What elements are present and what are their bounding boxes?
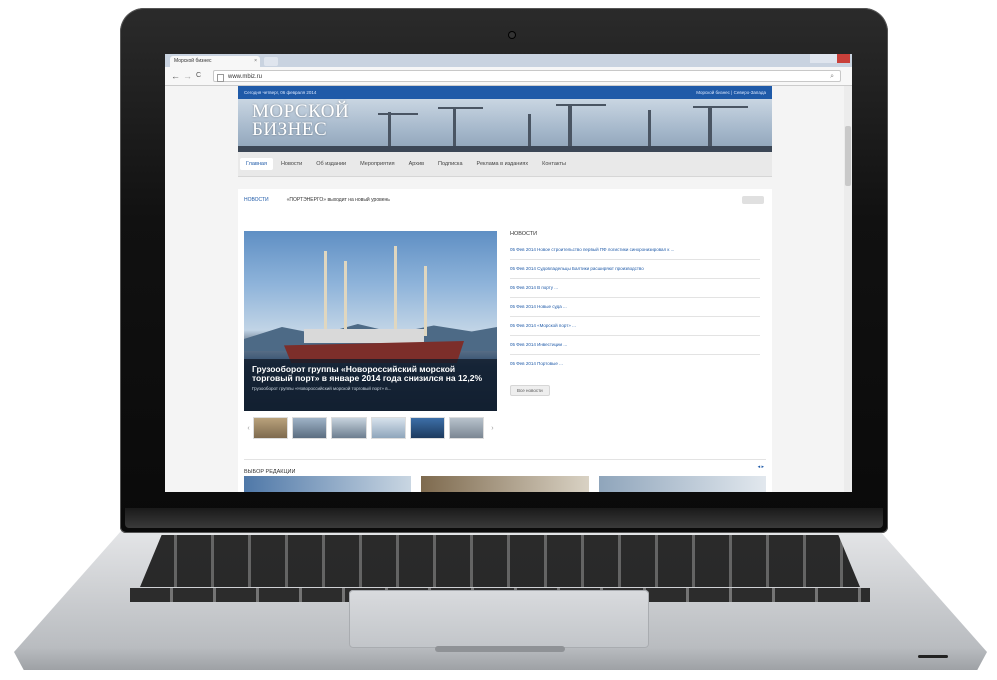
ticker-text[interactable]: «ПОРТЭНЕРГО» выходит на новый уровень [287, 197, 390, 203]
new-tab-button[interactable] [264, 57, 278, 66]
page-icon [217, 74, 224, 82]
thumbnail[interactable] [409, 417, 445, 439]
editor-choice-title: ВЫБОР РЕДАКЦИИ [244, 469, 296, 475]
maximize-button[interactable] [823, 54, 837, 63]
editor-cards [244, 476, 766, 492]
news-column: НОВОСТИ 05 Фев 2014 Новое строительство … [510, 231, 760, 397]
all-news-button[interactable]: Все новости [510, 385, 550, 396]
feature-subtitle: Грузооборот группы «Новороссийский морск… [252, 386, 392, 391]
editor-choice-bar: ВЫБОР РЕДАКЦИИ ◂ ▸ [244, 459, 766, 475]
menu-item-subscribe[interactable]: Подписка [438, 161, 463, 167]
news-item[interactable]: 05 Фев 2014 Портовые ... [510, 361, 760, 373]
laptop-hinge [125, 508, 883, 528]
close-window-button[interactable] [836, 54, 850, 63]
menu-item-ads[interactable]: Реклама в изданиях [477, 161, 529, 167]
site-banner: МОРСКОЙ БИЗНЕС [238, 99, 772, 152]
next-icon[interactable]: › [488, 425, 497, 432]
tab-title: Морской бизнес [174, 58, 212, 64]
crane-graphic [438, 107, 483, 109]
news-heading: НОВОСТИ [510, 231, 538, 237]
pier-graphic [238, 146, 772, 152]
thumbnail[interactable] [331, 417, 367, 439]
thumbnail[interactable] [292, 417, 328, 439]
top-strip-link[interactable]: Морской бизнес | Северо-Запада [696, 86, 766, 99]
tab-bar: Морской бизнес × [165, 54, 852, 67]
crane-graphic [378, 113, 418, 115]
site-logo[interactable]: МОРСКОЙ БИЗНЕС [252, 102, 349, 140]
crane-graphic [568, 104, 572, 152]
back-icon[interactable]: ← [171, 70, 180, 82]
news-item[interactable]: 05 Фев 2014 Инвестиции ... [510, 342, 760, 355]
menu-item-home[interactable]: Главная [240, 158, 273, 170]
news-item[interactable]: 05 Фев 2014 Новые суда ... [510, 304, 760, 317]
crane-graphic [556, 104, 606, 106]
feature-photo[interactable]: Грузооборот группы «Новороссийский морск… [244, 231, 497, 411]
window-controls [810, 54, 850, 63]
ticker-arrows[interactable] [742, 196, 764, 204]
ticker-label: НОВОСТИ [244, 197, 269, 203]
top-strip: Сегодня четверг, 06 февраля 2014 Морской… [238, 86, 772, 99]
minimize-button[interactable] [810, 54, 824, 63]
address-bar: ← → C www.mbiz.ru ⌕ [165, 67, 852, 86]
menu-item-events[interactable]: Мероприятия [360, 161, 394, 167]
feature-headline[interactable]: Грузооборот группы «Новороссийский морск… [252, 365, 489, 383]
scrollbar[interactable] [844, 86, 852, 492]
date-text: Сегодня четверг, 06 февраля 2014 [244, 90, 317, 95]
menu-item-contacts[interactable]: Контакты [542, 161, 566, 167]
prev-icon[interactable]: ‹ [244, 425, 253, 432]
menu-item-news[interactable]: Новости [281, 161, 302, 167]
feature-caption: Грузооборот группы «Новороссийский морск… [244, 359, 497, 411]
news-ticker: НОВОСТИ «ПОРТЭНЕРГО» выходит на новый ур… [238, 189, 772, 211]
thumbnail[interactable] [253, 417, 289, 439]
main-menu: Главная Новости Об издании Мероприятия А… [238, 152, 772, 177]
search-icon[interactable]: ⌕ [830, 71, 834, 83]
lid-notch [435, 646, 565, 652]
news-item[interactable]: 05 Фев 2014 Судовладельцы Балтики расшир… [510, 266, 760, 279]
spacer [238, 177, 772, 189]
news-item[interactable]: 05 Фев 2014 «Морской порт» ... [510, 323, 760, 336]
url-input[interactable]: www.mbiz.ru ⌕ [213, 70, 841, 82]
crane-graphic [693, 106, 748, 108]
editor-card[interactable] [598, 476, 766, 492]
crane-graphic [424, 266, 427, 336]
thumbnail[interactable] [370, 417, 406, 439]
site-container: Сегодня четверг, 06 февраля 2014 Морской… [238, 86, 772, 492]
browser-tab[interactable]: Морской бизнес × [170, 56, 260, 67]
crane-graphic [324, 251, 327, 336]
laptop-scene: Морской бизнес × ← → C www.mbiz.ru ⌕ Сег… [0, 0, 997, 680]
screen: Морской бизнес × ← → C www.mbiz.ru ⌕ Сег… [165, 54, 852, 492]
keyboard [140, 535, 860, 587]
reload-icon[interactable]: C [196, 70, 201, 82]
menu-item-about[interactable]: Об издании [316, 161, 346, 167]
sleep-indicator [918, 655, 948, 658]
thumbnail-strip: ‹ › [244, 417, 497, 439]
close-icon[interactable]: × [254, 56, 257, 67]
page-viewport: Сегодня четверг, 06 февраля 2014 Морской… [165, 86, 852, 492]
camera-icon [509, 32, 515, 38]
news-item[interactable]: 05 Фев 2014 Новое строительство первый П… [510, 247, 760, 260]
url-text: www.mbiz.ru [228, 74, 263, 80]
scroll-thumb[interactable] [845, 126, 851, 186]
editor-card[interactable] [244, 476, 412, 492]
crane-graphic [344, 261, 347, 336]
thumbnail[interactable] [448, 417, 484, 439]
crane-graphic [394, 246, 397, 336]
news-item[interactable]: 05 Фев 2014 В порту ... [510, 285, 760, 298]
menu-item-archive[interactable]: Архив [409, 161, 424, 167]
logo-line-2: БИЗНЕС [252, 119, 328, 140]
forward-icon[interactable]: → [183, 70, 192, 82]
ship-deck-graphic [304, 329, 424, 343]
editor-card[interactable] [421, 476, 589, 492]
editor-choice-nav[interactable]: ◂ ▸ [758, 460, 764, 474]
trackpad [349, 590, 649, 648]
